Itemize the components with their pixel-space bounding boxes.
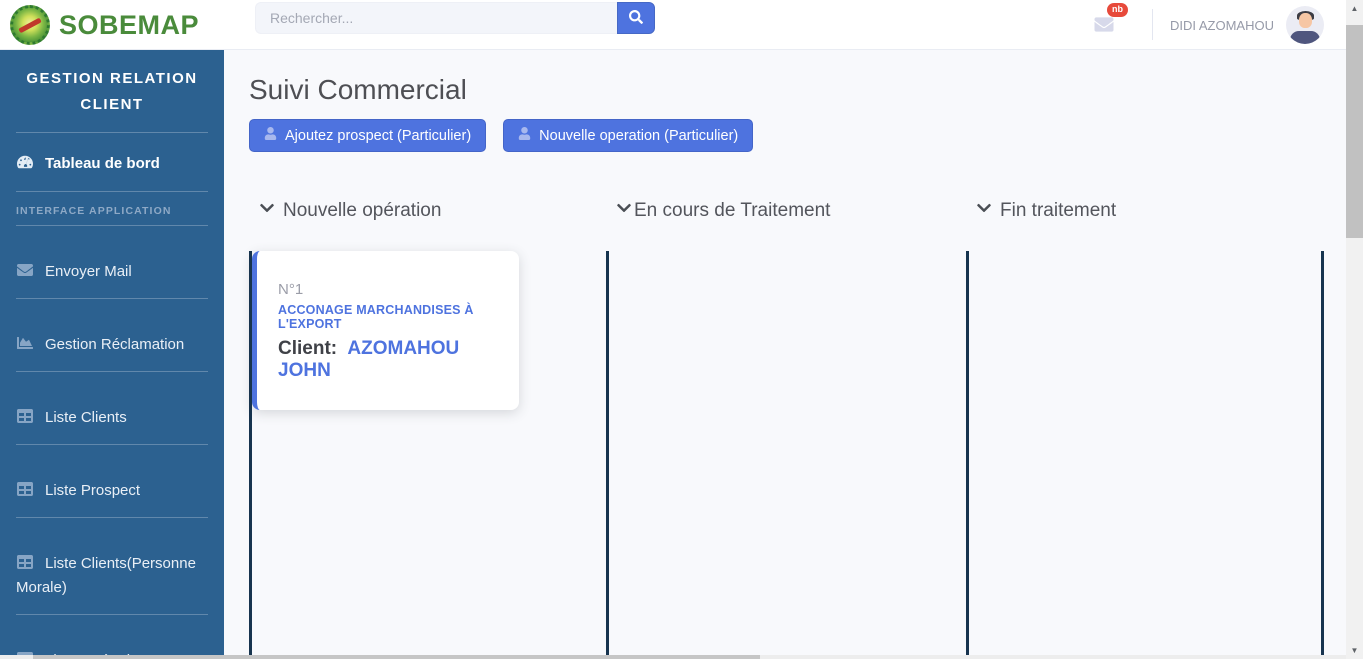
horizontal-scrollbar-thumb[interactable] [33, 655, 760, 659]
column-header-nouvelle-operation[interactable]: Nouvelle opération [259, 200, 441, 222]
brand[interactable]: SOBEMAP [10, 2, 199, 48]
sidebar-item-label: Gestion Réclamation [45, 336, 185, 353]
kanban-board: Nouvelle opération En cours de Traitemen… [224, 196, 1346, 655]
chart-area-icon [16, 333, 34, 357]
table-icon [16, 479, 34, 503]
sidebar-item-label: Envoyer Mail [45, 263, 132, 280]
sidebar-title: GESTION RELATION CLIENT [26, 70, 198, 113]
sidebar-item-liste-clients-personne-morale[interactable]: Liste Clients(Personne Morale) [0, 518, 224, 614]
user-avatar [1286, 6, 1324, 44]
column-title: Nouvelle opération [283, 200, 442, 221]
kanban-column-fin-traitement [966, 251, 1324, 655]
table-icon [16, 406, 34, 430]
brand-name: SOBEMAP [59, 9, 200, 40]
scroll-up-arrow-icon[interactable]: ▲ [1346, 0, 1363, 17]
sidebar-item-tableau-de-bord[interactable]: Tableau de bord [0, 133, 224, 191]
card-operation: ACCONAGE MARCHANDISES À L'EXPORT [278, 303, 474, 331]
add-prospect-button-label: Ajoutez prospect (Particulier) [285, 127, 472, 144]
user-icon [518, 127, 531, 144]
column-header-en-cours[interactable]: En cours de Traitement [616, 200, 830, 222]
user-menu[interactable]: DIDI AZOMAHOU [1170, 0, 1324, 50]
envelope-icon [16, 260, 34, 284]
new-operation-button-label: Nouvelle operation (Particulier) [539, 127, 739, 144]
sidebar-item-label: Liste Clients(Personne Morale) [16, 555, 196, 596]
search-icon [629, 9, 643, 27]
avatar-head [1299, 13, 1312, 28]
horizontal-scrollbar[interactable] [0, 655, 1346, 659]
sidebar-item-gestion-reclamation[interactable]: Gestion Réclamation [0, 299, 224, 371]
sidebar-item-liste-operation-particulier[interactable]: Liste Opération (Particulier) [0, 615, 224, 655]
logo-slash-decoration [17, 17, 42, 34]
main-content: Suivi Commercial Ajoutez prospect (Parti… [224, 50, 1346, 655]
kanban-column-nouvelle-operation: N°1 ACCONAGE MARCHANDISES À L'EXPORT Cli… [249, 251, 606, 655]
user-icon [264, 127, 277, 144]
vertical-scrollbar-thumb[interactable] [1346, 25, 1363, 238]
sidebar-section-heading: INTERFACE APPLICATION [16, 205, 172, 217]
avatar-body [1290, 31, 1320, 44]
operation-card[interactable]: N°1 ACCONAGE MARCHANDISES À L'EXPORT Cli… [252, 251, 519, 410]
user-name: DIDI AZOMAHOU [1169, 17, 1274, 33]
vertical-scrollbar[interactable]: ▲ ▼ [1346, 0, 1363, 659]
card-client-line: Client: AZOMAHOU JOHN [278, 338, 503, 382]
new-operation-button[interactable]: Nouvelle operation (Particulier) [503, 119, 754, 152]
column-title: En cours de Traitement [634, 200, 831, 221]
sidebar-item-label: Tableau de bord [45, 155, 160, 172]
chevron-down-icon [259, 200, 275, 222]
sidebar-item-label: Liste Clients [45, 409, 127, 426]
sidebar-item-label: Liste Prospect [45, 482, 141, 499]
topbar-divider [1152, 9, 1153, 40]
envelope-icon [1093, 15, 1115, 39]
action-buttons: Ajoutez prospect (Particulier) Nouvelle … [249, 119, 1346, 152]
search-button[interactable] [617, 2, 655, 34]
kanban-column-en-cours [606, 251, 966, 655]
chevron-down-icon [616, 200, 632, 222]
sidebar: GESTION RELATION CLIENT Tableau de bord … [0, 50, 224, 655]
search-form [255, 2, 655, 34]
sidebar-item-liste-clients[interactable]: Liste Clients [0, 372, 224, 444]
notifications-button[interactable]: nb [1091, 0, 1135, 50]
sobemap-logo-icon [10, 5, 50, 45]
table-icon [16, 552, 34, 576]
page-title: Suivi Commercial [249, 74, 467, 105]
search-input[interactable] [255, 2, 617, 34]
card-client-label: Client: [278, 338, 338, 359]
column-header-fin-traitement[interactable]: Fin traitement [976, 200, 1116, 222]
column-title: Fin traitement [1000, 200, 1117, 221]
tachometer-icon [16, 152, 34, 176]
card-number: N°1 [278, 281, 304, 298]
sidebar-item-envoyer-mail[interactable]: Envoyer Mail [0, 226, 224, 298]
scroll-down-arrow-icon[interactable]: ▼ [1346, 642, 1363, 659]
sidebar-item-liste-prospect[interactable]: Liste Prospect [0, 445, 224, 517]
notification-badge: nb [1107, 3, 1128, 17]
topbar: SOBEMAP nb DIDI AZOMAHOU [0, 0, 1346, 50]
add-prospect-button[interactable]: Ajoutez prospect (Particulier) [249, 119, 487, 152]
chevron-down-icon [976, 200, 992, 222]
